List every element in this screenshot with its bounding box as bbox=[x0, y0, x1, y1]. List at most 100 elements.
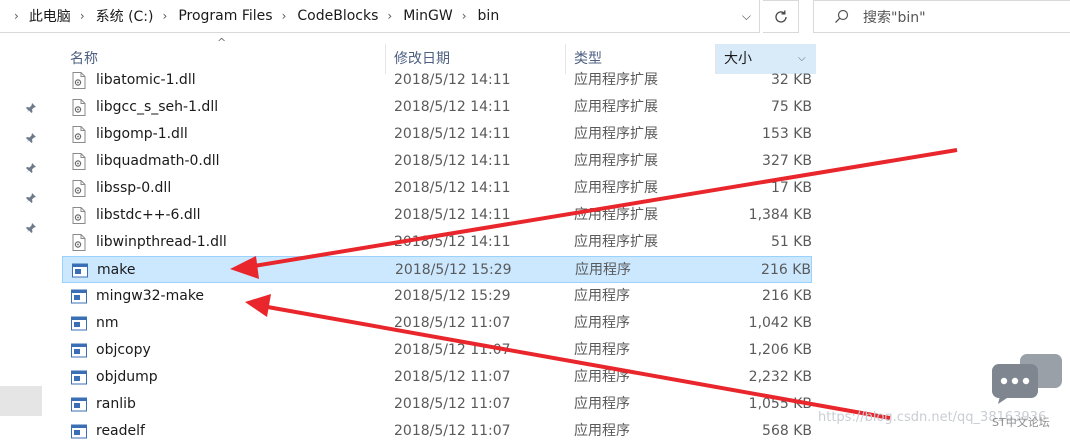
file-type: 应用程序扩展 bbox=[574, 207, 658, 223]
file-size: 1,055 KB bbox=[748, 396, 812, 412]
file-row[interactable]: libgomp-1.dll 2018/5/12 14:11 应用程序扩展 153 KB bbox=[62, 121, 812, 148]
file-type: 应用程序 bbox=[574, 369, 630, 385]
file-size: 216 KB bbox=[762, 288, 812, 304]
file-row[interactable]: libstdc++-6.dll 2018/5/12 14:11 应用程序扩展 1,38… bbox=[62, 202, 812, 229]
file-row[interactable]: libgcc_s_seh-1.dll 2018/5/12 14:11 应用程序扩展 7… bbox=[62, 94, 812, 121]
navigation-pane bbox=[0, 34, 42, 438]
breadcrumb-this-pc[interactable]: 此电脑 bbox=[27, 0, 71, 33]
file-row[interactable]: nm 2018/5/12 11:07 应用程序 1,042 KB bbox=[62, 310, 812, 337]
badge-label: ST中文论坛 bbox=[992, 416, 1050, 429]
file-size: 153 KB bbox=[762, 126, 812, 142]
chevron-right-icon[interactable]: › bbox=[71, 9, 94, 23]
file-name: libstdc++-6.dll bbox=[96, 207, 201, 223]
file-name: libssp-0.dll bbox=[96, 180, 172, 196]
refresh-icon bbox=[774, 10, 787, 23]
chat-bubble-icon bbox=[992, 354, 1062, 404]
file-row[interactable]: mingw32-make 2018/5/12 15:29 应用程序 216 KB bbox=[62, 283, 812, 310]
file-type: 应用程序 bbox=[574, 342, 630, 358]
file-size: 51 KB bbox=[770, 234, 812, 250]
dll-file-icon bbox=[71, 99, 87, 116]
file-type: 应用程序扩展 bbox=[574, 126, 658, 142]
file-size: 75 KB bbox=[770, 99, 812, 115]
dll-file-icon bbox=[71, 126, 87, 143]
file-size: 2,232 KB bbox=[748, 369, 812, 385]
chevron-right-icon[interactable]: › bbox=[378, 9, 401, 23]
breadcrumb-program-files[interactable]: Program Files bbox=[176, 0, 272, 33]
exe-file-icon bbox=[71, 369, 87, 386]
file-row[interactable]: libquadmath-0.dll 2018/5/12 14:11 应用程序扩展 32… bbox=[62, 148, 812, 175]
breadcrumb-system-c[interactable]: 系统 (C:) bbox=[94, 0, 154, 33]
file-row[interactable]: libssp-0.dll 2018/5/12 14:11 应用程序扩展 17 KB bbox=[62, 175, 812, 202]
file-row[interactable]: libwinpthread-1.dll 2018/5/12 14:11 应用程序扩展… bbox=[62, 229, 812, 256]
file-date: 2018/5/12 11:07 bbox=[394, 342, 511, 358]
nav-item-selected[interactable] bbox=[0, 386, 42, 416]
file-row[interactable]: make 2018/5/12 15:29 应用程序 216 KB bbox=[62, 256, 812, 283]
dll-file-icon bbox=[71, 207, 87, 224]
exe-file-icon bbox=[72, 262, 88, 279]
file-row[interactable]: objdump 2018/5/12 11:07 应用程序 2,232 KB bbox=[62, 364, 812, 391]
pin-icon[interactable] bbox=[25, 132, 37, 144]
file-type: 应用程序 bbox=[574, 423, 630, 439]
dll-file-icon bbox=[71, 153, 87, 170]
file-date: 2018/5/12 14:11 bbox=[394, 180, 511, 196]
breadcrumb-mingw[interactable]: MinGW bbox=[401, 0, 453, 33]
file-name: make bbox=[97, 262, 136, 278]
file-name: objdump bbox=[96, 369, 158, 385]
pin-icon[interactable] bbox=[25, 222, 37, 234]
chevron-right-icon[interactable]: › bbox=[453, 9, 476, 23]
file-size: 327 KB bbox=[762, 153, 812, 169]
search-box[interactable]: 搜索"bin" bbox=[813, 0, 1070, 33]
file-date: 2018/5/12 15:29 bbox=[395, 262, 512, 278]
file-size: 1,206 KB bbox=[748, 342, 812, 358]
breadcrumb-bin[interactable]: bin bbox=[476, 0, 500, 33]
file-name: libgcc_s_seh-1.dll bbox=[96, 99, 219, 115]
file-type: 应用程序扩展 bbox=[574, 180, 658, 196]
file-date: 2018/5/12 11:07 bbox=[394, 396, 511, 412]
pin-icon[interactable] bbox=[25, 192, 37, 204]
file-date: 2018/5/12 14:11 bbox=[394, 207, 511, 223]
dll-file-icon bbox=[71, 234, 87, 251]
pin-icon[interactable] bbox=[25, 102, 37, 114]
exe-file-icon bbox=[71, 315, 87, 332]
address-bar[interactable]: › 此电脑 › 系统 (C:) › Program Files › CodeBl… bbox=[0, 0, 760, 33]
file-row[interactable]: libatomic-1.dll 2018/5/12 14:11 应用程序扩展 32 K… bbox=[62, 67, 812, 94]
file-type: 应用程序 bbox=[575, 262, 631, 278]
dll-file-icon bbox=[71, 180, 87, 197]
file-row[interactable]: readelf 2018/5/12 11:07 应用程序 568 KB bbox=[62, 418, 812, 445]
file-date: 2018/5/12 11:07 bbox=[394, 369, 511, 385]
chevron-right-icon[interactable]: › bbox=[154, 9, 177, 23]
search-icon bbox=[835, 9, 849, 23]
file-date: 2018/5/12 11:07 bbox=[394, 315, 511, 331]
file-name: readelf bbox=[96, 423, 145, 439]
chevron-right-icon[interactable]: › bbox=[0, 9, 27, 23]
pin-icon[interactable] bbox=[25, 162, 37, 174]
file-name: libwinpthread-1.dll bbox=[96, 234, 227, 250]
chevron-right-icon[interactable]: › bbox=[273, 9, 296, 23]
file-type: 应用程序扩展 bbox=[574, 99, 658, 115]
file-date: 2018/5/12 11:07 bbox=[394, 423, 511, 439]
exe-file-icon bbox=[71, 342, 87, 359]
file-type: 应用程序 bbox=[574, 315, 630, 331]
file-date: 2018/5/12 15:29 bbox=[394, 288, 511, 304]
chevron-down-icon[interactable]: ⌵ bbox=[742, 9, 751, 24]
file-size: 17 KB bbox=[770, 180, 812, 196]
toolbar: › 此电脑 › 系统 (C:) › Program Files › CodeBl… bbox=[0, 0, 1070, 34]
file-type: 应用程序 bbox=[574, 396, 630, 412]
exe-file-icon bbox=[71, 288, 87, 305]
file-date: 2018/5/12 14:11 bbox=[394, 153, 511, 169]
file-date: 2018/5/12 14:11 bbox=[394, 234, 511, 250]
file-type: 应用程序 bbox=[574, 288, 630, 304]
file-size: 1,042 KB bbox=[748, 315, 812, 331]
file-size: 216 KB bbox=[761, 262, 811, 278]
refresh-button[interactable] bbox=[763, 0, 799, 33]
file-name: mingw32-make bbox=[96, 288, 205, 304]
file-date: 2018/5/12 14:11 bbox=[394, 72, 511, 88]
file-name: libgomp-1.dll bbox=[96, 126, 188, 142]
breadcrumb-codeblocks[interactable]: CodeBlocks bbox=[295, 0, 378, 33]
file-name: objcopy bbox=[96, 342, 151, 358]
file-row[interactable]: ranlib 2018/5/12 11:07 应用程序 1,055 KB bbox=[62, 391, 812, 418]
file-date: 2018/5/12 14:11 bbox=[394, 126, 511, 142]
file-name: libquadmath-0.dll bbox=[96, 153, 220, 169]
file-row[interactable]: objcopy 2018/5/12 11:07 应用程序 1,206 KB bbox=[62, 337, 812, 364]
file-type: 应用程序扩展 bbox=[574, 153, 658, 169]
